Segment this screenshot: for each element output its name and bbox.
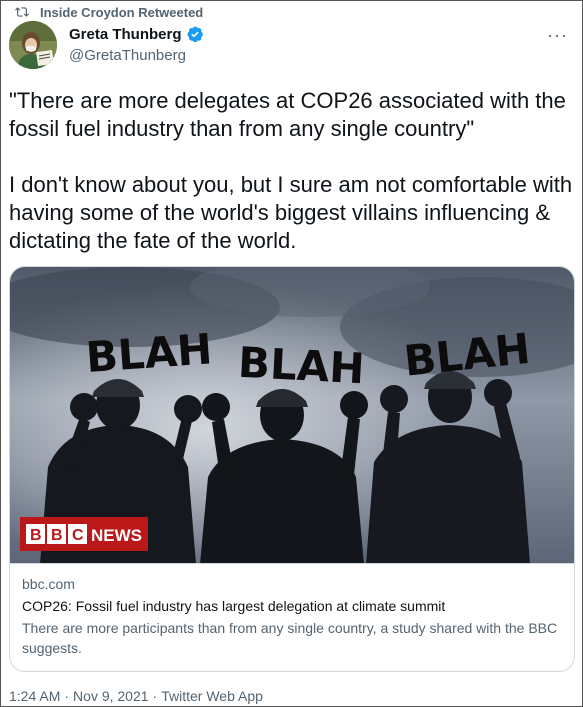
svg-text:B: B xyxy=(30,527,42,544)
svg-text:C: C xyxy=(72,527,84,544)
retweet-label: Inside Croydon Retweeted xyxy=(40,4,204,20)
meta-separator: · xyxy=(152,688,158,704)
card-title: COP26: Fossil fuel industry has largest … xyxy=(22,598,446,614)
retweet-indicator[interactable]: Inside Croydon Retweeted xyxy=(15,4,203,20)
author-handle[interactable]: @GretaThunberg xyxy=(69,47,186,64)
card-domain: bbc.com xyxy=(22,576,75,592)
more-options-icon[interactable]: ··· xyxy=(547,25,568,46)
tweet-metadata: 1:24 AM · Nov 9, 2021 · Twitter Web App xyxy=(9,688,263,704)
svg-text:NEWS: NEWS xyxy=(91,526,142,545)
tweet-text: "There are more delegates at COP26 assoc… xyxy=(9,88,573,253)
meta-separator: · xyxy=(64,688,70,704)
tweet-source[interactable]: Twitter Web App xyxy=(161,688,263,704)
author-name[interactable]: Greta Thunberg xyxy=(69,26,182,43)
card-photo: BLAH BLAH BLAH B B C NEWS xyxy=(10,267,574,563)
author-name-row[interactable]: Greta Thunberg xyxy=(69,25,204,43)
tweet-frame: Inside Croydon Retweeted Greta Thunberg … xyxy=(0,0,583,707)
avatar[interactable] xyxy=(9,21,57,69)
retweet-icon xyxy=(15,7,29,17)
tweet-time[interactable]: 1:24 AM xyxy=(9,688,60,704)
link-card[interactable]: BLAH BLAH BLAH B B C NEWS bbc.com COP26:… xyxy=(9,266,575,672)
svg-text:B: B xyxy=(51,527,63,544)
blah-sign-1: BLAH xyxy=(84,324,214,382)
verified-badge-icon xyxy=(187,26,203,43)
card-description: There are more participants than from an… xyxy=(22,620,558,656)
card-image[interactable]: BLAH BLAH BLAH B B C NEWS xyxy=(10,267,574,564)
card-meta[interactable]: bbc.com COP26: Fossil fuel industry has … xyxy=(22,574,562,658)
bbc-news-logo: B B C NEWS xyxy=(20,517,148,551)
blah-sign-2: BLAH xyxy=(237,338,366,394)
avatar-image xyxy=(9,21,57,69)
tweet-date[interactable]: Nov 9, 2021 xyxy=(73,688,149,704)
